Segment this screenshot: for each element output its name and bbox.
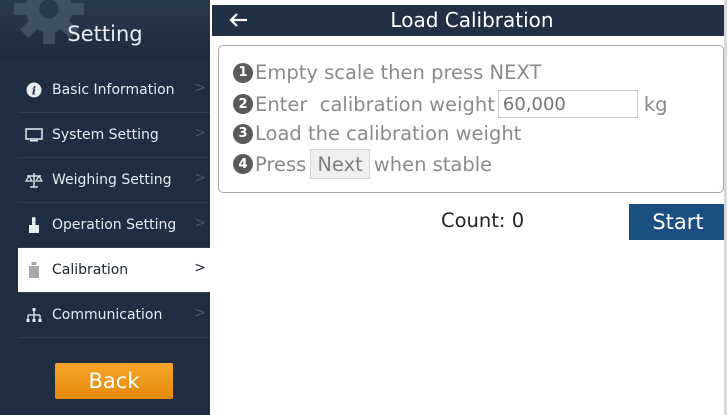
back-button[interactable]: Back [55,363,173,399]
start-button[interactable]: Start [629,204,727,240]
count-value: 0 [511,209,525,232]
weight-icon [24,260,44,280]
sidebar-item-label: Weighing Setting [52,172,172,188]
step-number-badge: 4 [233,154,253,174]
sidebar-item-label: Operation Setting [52,217,177,233]
step-text: Press [255,152,307,176]
page-title: Load Calibration [390,8,554,32]
network-icon [24,305,44,325]
next-button[interactable]: Next [310,149,370,179]
step-1: 1 Empty scale then press NEXT [233,61,541,84]
step-text: when stable [373,152,493,176]
step-number-badge: 2 [233,94,253,114]
count-label: Count: [441,209,506,232]
sidebar-menu: i Basic Information > System Setting > W… [18,68,210,338]
sidebar-item-calibration[interactable]: Calibration > [18,248,210,293]
sidebar-item-operation-setting[interactable]: Operation Setting > [18,203,210,248]
step-2: 2 Enter calibration weight kg [233,90,668,118]
chevron-right-icon: > [194,125,206,141]
unit-label: kg [643,92,668,116]
chevron-right-icon: > [194,260,206,276]
step-3: 3 Load the calibration weight [233,122,521,145]
calibration-steps-panel: 1 Empty scale then press NEXT 2 Enter ca… [218,45,724,193]
sidebar-item-label: System Setting [52,127,159,143]
sidebar-item-system-setting[interactable]: System Setting > [18,113,210,158]
sidebar-title: Setting [67,22,143,46]
sidebar-item-label: Calibration [52,262,129,278]
chevron-right-icon: > [194,80,206,96]
sidebar-header: Setting [0,0,210,60]
chevron-right-icon: > [194,215,206,231]
step-text: Load the calibration weight [255,122,522,145]
sidebar-item-weighing-setting[interactable]: Weighing Setting > [18,158,210,203]
svg-text:i: i [32,85,36,98]
step-number-badge: 3 [233,123,253,144]
step-text: Enter calibration weight [255,92,495,116]
calibration-weight-input[interactable] [497,90,638,118]
step-number-badge: 1 [233,62,253,83]
count-display: Count: 0 [441,209,524,232]
balance-scale-icon [24,170,44,190]
sidebar: Setting i Basic Information > System Set… [0,0,210,415]
info-icon: i [24,80,44,100]
sidebar-item-basic-information[interactable]: i Basic Information > [18,68,210,113]
monitor-icon [24,125,44,145]
chevron-right-icon: > [194,170,206,186]
header-bar: Load Calibration [212,5,727,36]
sidebar-item-label: Communication [52,307,163,323]
step-text: Empty scale then press NEXT [255,61,542,84]
sidebar-item-label: Basic Information [52,82,175,98]
sidebar-item-communication[interactable]: Communication > [18,293,210,338]
hand-pointer-icon [24,215,44,235]
chevron-right-icon: > [194,305,206,321]
step-4: 4 Press Next when stable [233,149,492,179]
